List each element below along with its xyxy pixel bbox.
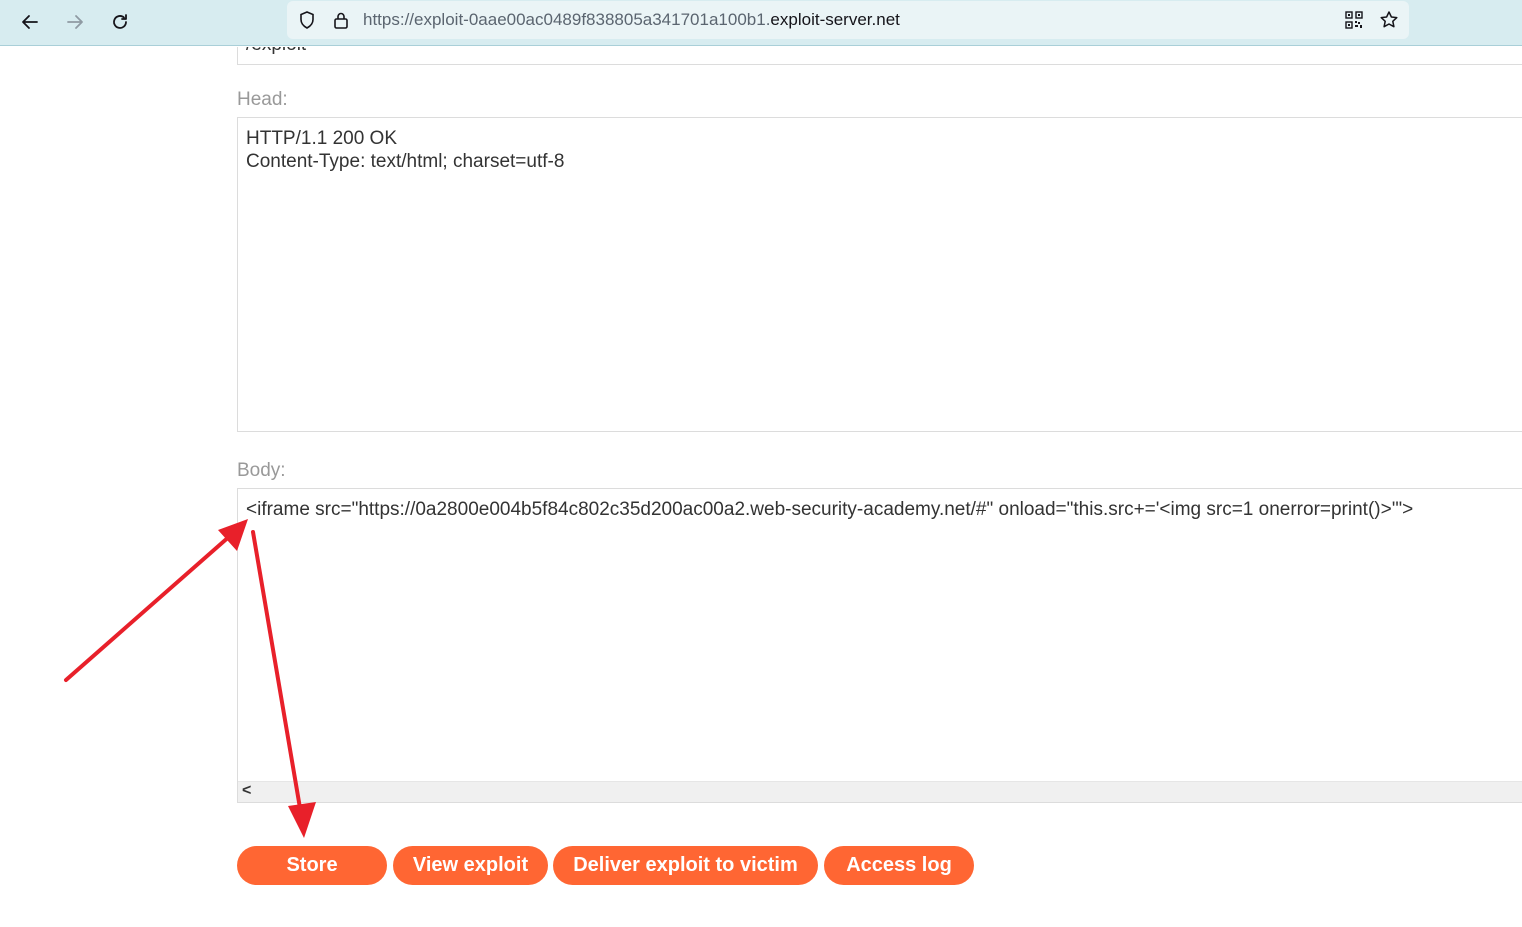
horizontal-scrollbar[interactable]: < [238,781,1522,802]
body-textarea[interactable]: <iframe src="https://0a2800e004b5f84c802… [237,488,1522,803]
body-textarea-value: <iframe src="https://0a2800e004b5f84c802… [246,499,1414,520]
url-domain: exploit-server.net [770,10,900,29]
browser-toolbar: https://exploit-0aae00ac0489f838805a3417… [0,0,1522,46]
access-log-button[interactable]: Access log [824,846,974,885]
reload-icon [113,14,127,29]
arrow-left-icon [22,15,38,29]
file-input-value: /exploit [246,47,306,56]
head-textarea[interactable]: HTTP/1.1 200 OK Content-Type: text/html;… [237,117,1522,432]
head-label: Head: [237,89,288,110]
lock-icon[interactable] [331,10,351,30]
store-button[interactable]: Store [237,846,387,885]
view-exploit-button[interactable]: View exploit [393,846,548,885]
reload-button[interactable] [104,6,136,38]
forward-button[interactable] [59,6,91,38]
arrow-right-icon [67,15,83,29]
body-label: Body: [237,460,286,481]
shield-icon[interactable] [297,10,317,30]
star-icon[interactable] [1379,10,1399,30]
url-bar[interactable]: https://exploit-0aae00ac0489f838805a3417… [287,1,1409,39]
file-input[interactable]: /exploit [237,47,1522,65]
scroll-left-arrow[interactable]: < [242,782,251,800]
qr-code-icon[interactable] [1344,10,1364,30]
exploit-server-page: /exploit Head: HTTP/1.1 200 OK Content-T… [0,47,1522,927]
url-prefix: https://exploit-0aae00ac0489f838805a3417… [363,10,771,29]
deliver-exploit-button[interactable]: Deliver exploit to victim [553,846,818,885]
url-text[interactable]: https://exploit-0aae00ac0489f838805a3417… [363,10,900,30]
head-textarea-value: HTTP/1.1 200 OK Content-Type: text/html;… [246,128,565,172]
back-button[interactable] [14,6,46,38]
